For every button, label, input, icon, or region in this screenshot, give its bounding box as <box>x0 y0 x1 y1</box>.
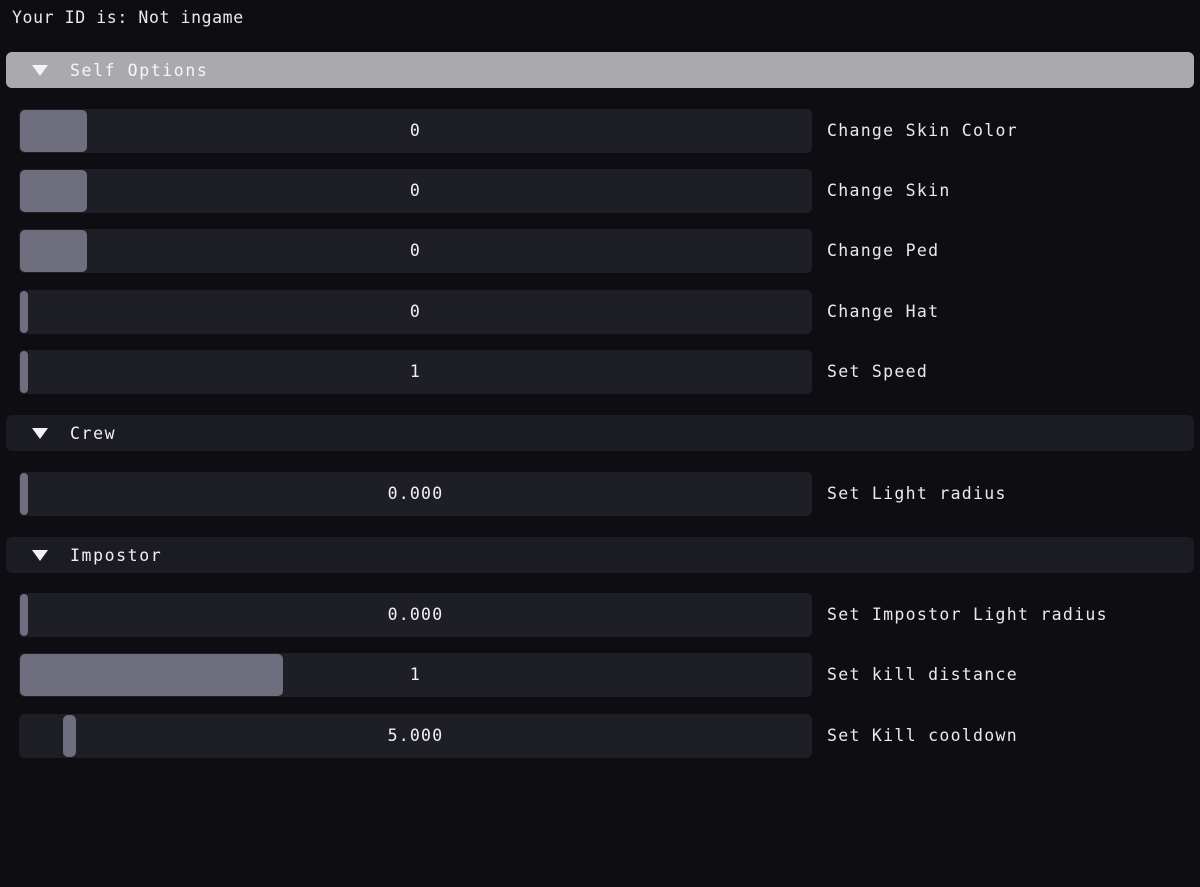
triangle-down-icon <box>32 549 48 561</box>
slider-change-skin[interactable] <box>19 169 812 213</box>
slider-row-change-skin-color: 0 Change Skin Color <box>0 109 1200 153</box>
slider-row-change-skin: 0 Change Skin <box>0 169 1200 213</box>
slider-row-set-kill-cooldown: 5.000 Set Kill cooldown <box>0 714 1200 758</box>
slider-row-set-kill-distance: 1 Set kill distance <box>0 653 1200 697</box>
mod-menu-window: Your ID is: Not ingame Self Options 0 Chan… <box>0 0 1200 887</box>
slider-label-change-skin-color: Change Skin Color <box>827 121 1018 140</box>
slider-grab-set-speed[interactable] <box>20 351 28 393</box>
section-title: Self Options <box>70 60 209 80</box>
slider-row-set-speed: 1 Set Speed <box>0 350 1200 394</box>
section-title: Crew <box>70 423 117 443</box>
slider-label-set-kill-distance: Set kill distance <box>827 665 1018 684</box>
slider-set-kill-cooldown[interactable] <box>19 714 812 758</box>
slider-label-set-speed: Set Speed <box>827 362 929 381</box>
slider-label-change-ped: Change Ped <box>827 241 940 260</box>
slider-grab-set-kill-cooldown[interactable] <box>63 715 76 757</box>
slider-row-change-hat: 0 Change Hat <box>0 290 1200 334</box>
slider-grab-set-light-radius[interactable] <box>20 473 28 515</box>
slider-change-ped[interactable] <box>19 229 812 273</box>
slider-change-skin-color[interactable] <box>19 109 812 153</box>
slider-label-change-skin: Change Skin <box>827 181 951 200</box>
section-header-impostor[interactable]: Impostor <box>6 537 1194 573</box>
triangle-down-icon <box>32 64 48 76</box>
slider-grab-set-impostor-light-radius[interactable] <box>20 594 28 636</box>
triangle-down-icon <box>32 427 48 439</box>
slider-label-set-kill-cooldown: Set Kill cooldown <box>827 726 1018 745</box>
slider-label-set-impostor-light-radius: Set Impostor Light radius <box>827 605 1108 624</box>
section-header-self-options[interactable]: Self Options <box>6 52 1194 88</box>
section-title: Impostor <box>70 545 163 565</box>
slider-change-hat[interactable] <box>19 290 812 334</box>
slider-grab-set-kill-distance[interactable] <box>20 654 283 696</box>
slider-set-kill-distance[interactable] <box>19 653 812 697</box>
slider-row-set-impostor-light-radius: 0.000 Set Impostor Light radius <box>0 593 1200 637</box>
slider-row-change-ped: 0 Change Ped <box>0 229 1200 273</box>
slider-set-impostor-light-radius[interactable] <box>19 593 812 637</box>
slider-grab-change-skin[interactable] <box>20 170 87 212</box>
section-header-crew[interactable]: Crew <box>6 415 1194 451</box>
slider-grab-change-ped[interactable] <box>20 230 87 272</box>
slider-label-set-light-radius: Set Light radius <box>827 484 1007 503</box>
slider-set-light-radius[interactable] <box>19 472 812 516</box>
slider-row-set-light-radius: 0.000 Set Light radius <box>0 472 1200 516</box>
player-id-status: Your ID is: Not ingame <box>12 8 244 27</box>
slider-grab-change-skin-color[interactable] <box>20 110 87 152</box>
slider-grab-change-hat[interactable] <box>20 291 28 333</box>
slider-label-change-hat: Change Hat <box>827 302 940 321</box>
slider-set-speed[interactable] <box>19 350 812 394</box>
